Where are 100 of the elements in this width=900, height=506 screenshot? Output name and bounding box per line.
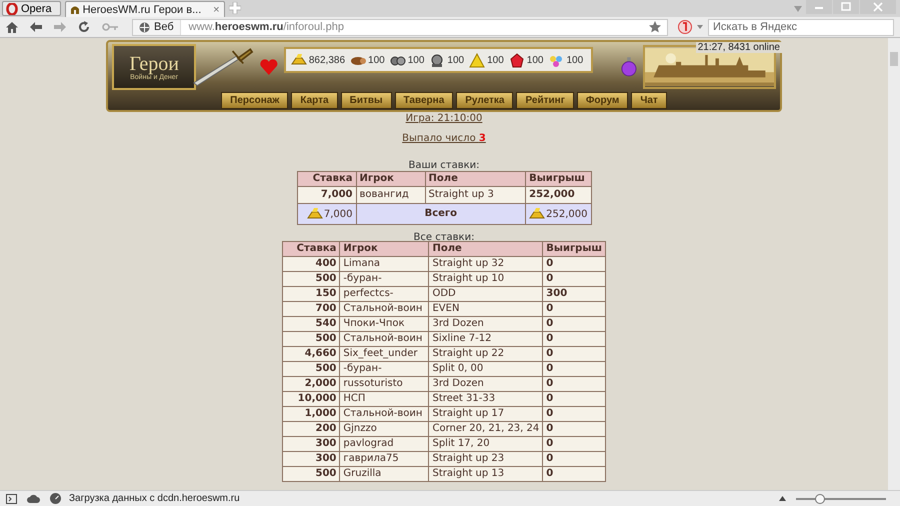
cloud-icon[interactable]	[27, 494, 40, 503]
url-text: www.heroeswm.ru/inforoul.php	[188, 21, 344, 33]
search-field[interactable]: Искать в Яндекс	[708, 18, 894, 36]
back-icon[interactable]	[30, 22, 42, 32]
table-cell: Straight up 23	[428, 452, 543, 466]
resource-count: 100	[368, 54, 385, 66]
column-header: Ставка	[282, 242, 340, 256]
table-cell: 0	[542, 452, 606, 466]
table-cell: Six_feet_under	[340, 346, 429, 362]
nav-button[interactable]: Карта	[291, 92, 338, 109]
online-status: 21:27, 8431 online	[696, 42, 782, 53]
tab-title: HeroesWM.ru Герои в...	[82, 4, 202, 16]
table-cell: 300	[282, 452, 340, 466]
status-text: Загрузка данных с dcdn.heroeswm.ru	[69, 493, 240, 504]
table-cell: 540	[282, 316, 340, 332]
column-header: Поле	[428, 242, 543, 256]
table-cell: Стальной-воин	[340, 406, 429, 422]
result-text[interactable]: Выпало число 3	[402, 133, 486, 145]
table-cell: 0	[542, 302, 606, 316]
table-cell: Split 17, 20	[428, 436, 543, 452]
table-cell: 300	[282, 436, 340, 452]
table-cell: pavlograd	[340, 436, 429, 452]
web-badge[interactable]: Веб	[133, 20, 181, 34]
game-link[interactable]: Игра: 21:10:00	[406, 113, 482, 125]
table-caption: Все ставки:	[414, 232, 474, 244]
table-cell: Straight up 17	[428, 406, 543, 422]
table-cell: 0	[542, 362, 606, 376]
slider-thumb[interactable]	[815, 494, 826, 504]
table-cell: 500	[282, 466, 340, 482]
table-cell: 0	[542, 376, 606, 392]
panel-icon[interactable]	[6, 494, 17, 504]
table-cell: 200	[282, 422, 340, 436]
address-field[interactable]: Веб www.heroeswm.ru/inforoul.php	[132, 18, 668, 36]
table-cell: Straight up 32	[428, 256, 543, 272]
nav-button[interactable]: Форум	[576, 92, 628, 109]
ingot-icon	[306, 207, 323, 219]
table-cell: Corner 20, 21, 23, 24	[428, 422, 543, 436]
speedometer-icon[interactable]	[50, 493, 61, 504]
table-cell: 10,000	[282, 392, 340, 406]
table-cell: 150	[282, 286, 340, 302]
table-cell: 0	[542, 392, 606, 406]
table-cell: вовангид	[356, 186, 426, 204]
globe-icon	[139, 22, 150, 32]
table-cell: perfectcs-	[340, 286, 429, 302]
table-cell: Стальной-воин	[340, 332, 429, 346]
resource-count: 100	[447, 54, 464, 66]
close-button[interactable]: ×	[213, 4, 220, 16]
table-cell: 0	[542, 466, 606, 482]
nav-button[interactable]: Битвы	[340, 92, 392, 109]
table-cell: 0	[542, 272, 606, 286]
menu-button[interactable]: Opera	[2, 1, 61, 16]
table-cell: russoturisto	[340, 376, 429, 392]
table-cell: Стальной-воин	[340, 302, 429, 316]
nav-button[interactable]: Чат	[631, 92, 667, 109]
table-cell: Straight up 10	[428, 272, 543, 286]
reload-icon[interactable]	[78, 21, 90, 33]
table-cell: 3rd Dozen	[428, 316, 543, 332]
column-header: Выигрыш	[526, 172, 591, 186]
table-cell: Straight up 22	[428, 346, 543, 362]
table-cell: Street 31-33	[428, 392, 543, 406]
table-cell: 0	[542, 406, 606, 422]
home-icon[interactable]	[6, 22, 18, 32]
nav-button[interactable]: Рулетка	[456, 92, 514, 109]
nav-button[interactable]: Таверна	[394, 92, 454, 109]
nav-button[interactable]: Рейтинг	[516, 92, 574, 109]
table-cell: Straight up 13	[428, 466, 543, 482]
table-cell: 0	[542, 436, 606, 452]
table-cell: 3rd Dozen	[428, 376, 543, 392]
table-cell: Straight up 3	[425, 186, 526, 204]
table-cell: 252,000	[526, 204, 591, 224]
resource-count: 100	[408, 54, 424, 66]
table-cell: 2,000	[282, 376, 340, 392]
table-cell: 0	[542, 346, 606, 362]
ingot-icon	[529, 207, 546, 219]
nav-button[interactable]: Персонаж	[221, 92, 288, 109]
table-cell: -буран-	[340, 362, 429, 376]
potion-icon[interactable]	[621, 56, 638, 78]
resource-count: 862,386	[308, 54, 346, 66]
table-cell: 1,000	[282, 406, 340, 422]
table-cell: EVEN	[428, 302, 543, 316]
resource-count: 100	[566, 54, 584, 66]
cauldron-icon	[429, 52, 446, 68]
table-cell: 400	[282, 256, 340, 272]
table-cell: 300	[542, 286, 606, 302]
up-arrow-icon[interactable]	[779, 496, 786, 501]
resource-count: 100	[526, 54, 544, 66]
table-cell: 7,000	[297, 186, 356, 204]
table-cell: 500	[282, 362, 340, 376]
star-icon[interactable]	[649, 21, 661, 33]
table-cell: 0	[542, 316, 606, 332]
table-cell: Чпоки-Чпок	[340, 316, 429, 332]
logo-title: Герои	[129, 54, 179, 74]
table-cell: ODD	[428, 286, 543, 302]
table-cell: Split 0, 00	[428, 362, 543, 376]
ingot-icon	[290, 52, 307, 68]
scrollbar[interactable]	[888, 38, 900, 490]
table-cell: Limana	[340, 256, 429, 272]
table-cell: Всего	[356, 204, 526, 224]
browser-tab[interactable]: HeroesWM.ru Герои в... ×	[64, 1, 225, 17]
pyramid-icon	[469, 52, 486, 68]
